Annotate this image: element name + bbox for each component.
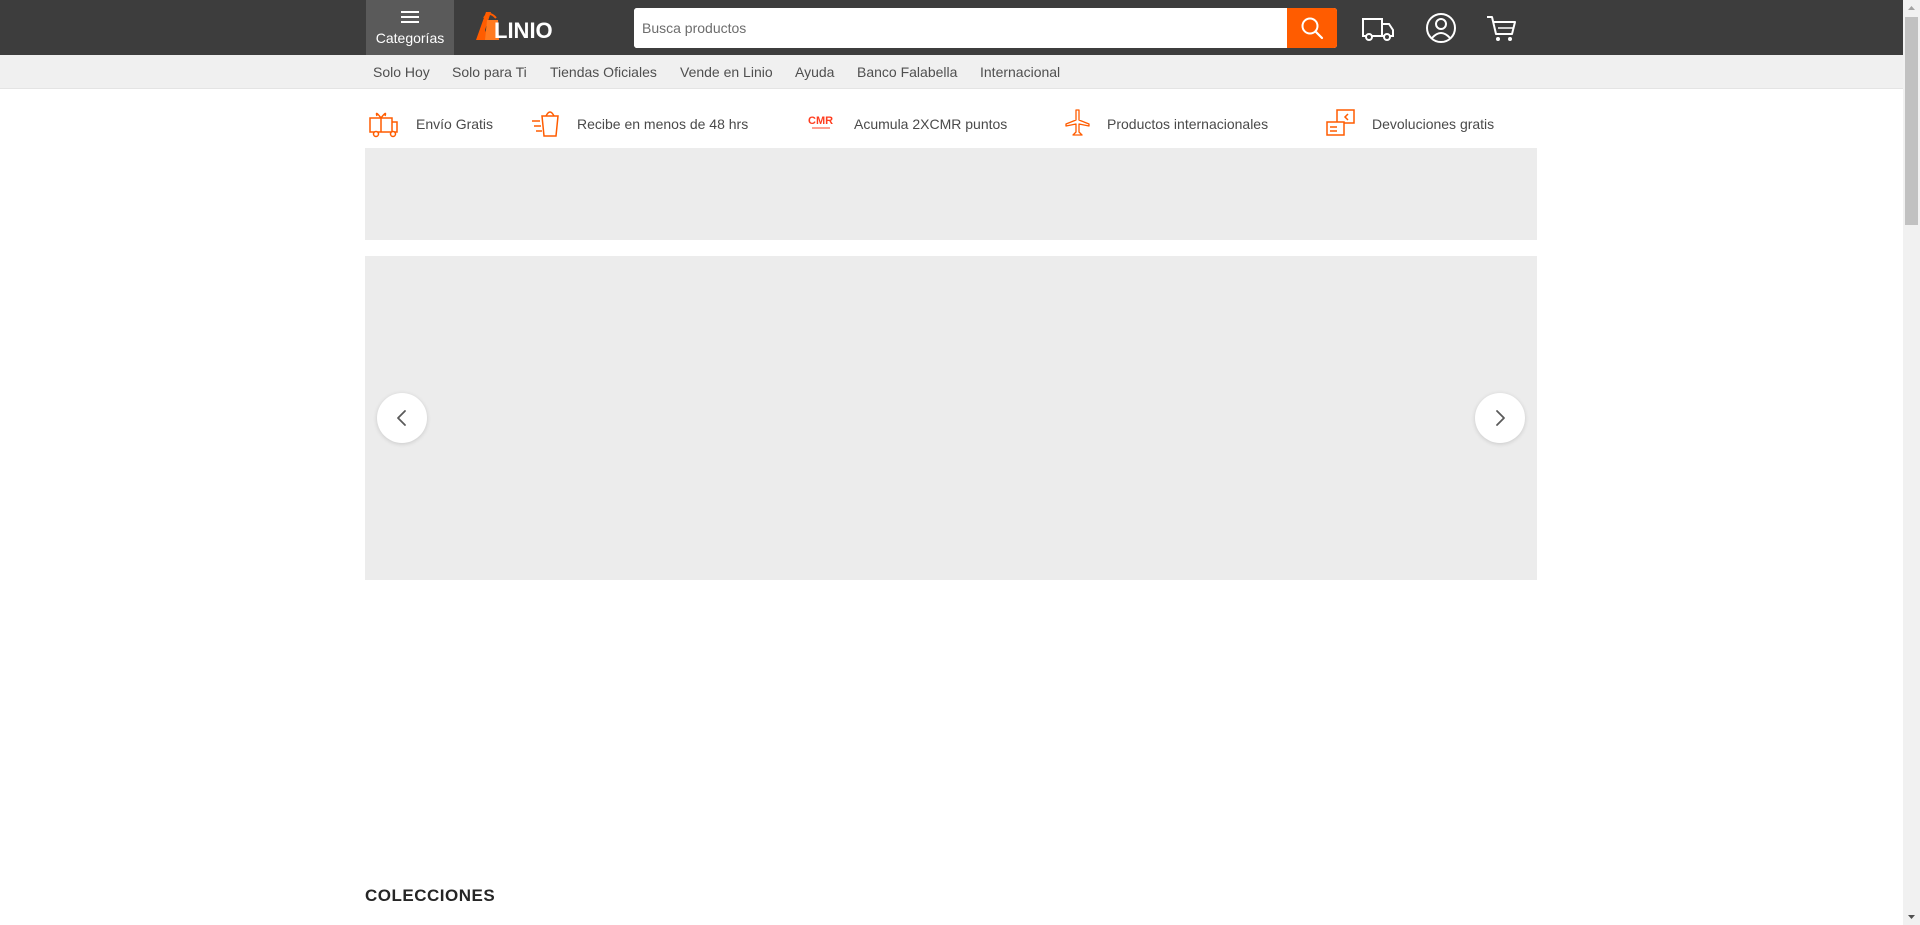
benefit-label: Acumula 2XCMR puntos [854, 116, 1008, 132]
search-icon [1301, 17, 1324, 40]
chevron-right-icon [1496, 410, 1505, 426]
benefit-cmr-points[interactable]: CMR Acumula 2XCMR puntos [806, 108, 1026, 138]
benefit-label: Recibe en menos de 48 hrs [577, 116, 749, 132]
nav-internacional[interactable]: Internacional [980, 64, 1060, 80]
search-bar [634, 8, 1337, 48]
airplane-icon [1065, 109, 1090, 136]
scroll-up-icon[interactable] [1903, 0, 1920, 17]
collections-heading: COLECCIONES [365, 886, 496, 905]
promo-banner-placeholder[interactable] [365, 148, 1537, 240]
search-input[interactable] [634, 8, 1286, 48]
gift-truck-icon [369, 112, 398, 138]
nav-tiendas-oficiales[interactable]: Tiendas Oficiales [550, 64, 657, 80]
scroll-thumb[interactable] [1905, 17, 1918, 225]
benefit-fast-delivery[interactable]: Recibe en menos de 48 hrs [530, 108, 760, 138]
benefit-free-shipping[interactable]: Envío Gratis [368, 108, 508, 138]
hero-carousel [365, 256, 1537, 580]
benefit-label: Envío Gratis [416, 116, 494, 132]
nav-solo-para-ti[interactable]: Solo para Ti [452, 64, 527, 80]
carousel-prev-button[interactable] [377, 393, 427, 443]
top-header: Categorías LINIO [0, 0, 1903, 55]
user-icon[interactable] [1424, 12, 1458, 44]
return-box-icon [1326, 109, 1355, 136]
svg-text:CMR: CMR [808, 115, 833, 127]
benefit-label: Productos internacionales [1107, 116, 1269, 132]
nav-solo-hoy[interactable]: Solo Hoy [373, 64, 430, 80]
fast-bag-icon [532, 111, 559, 137]
cmr-logo-icon: CMR [808, 115, 833, 129]
cart-icon[interactable] [1485, 12, 1519, 44]
benefit-free-returns[interactable]: Devoluciones gratis [1325, 108, 1525, 138]
linio-logo[interactable]: LINIO [472, 8, 567, 46]
benefit-international[interactable]: Productos internacionales [1062, 108, 1282, 138]
page-scrollbar[interactable] [1903, 0, 1920, 925]
nav-banco-falabella[interactable]: Banco Falabella [857, 64, 957, 80]
menu-icon [401, 11, 419, 26]
chevron-left-icon [397, 410, 406, 426]
categories-label: Categorías [375, 30, 445, 46]
scroll-down-icon[interactable] [1903, 908, 1920, 925]
logo-text: LINIO [494, 18, 553, 43]
carousel-next-button[interactable] [1475, 393, 1525, 443]
categories-button[interactable]: Categorías [366, 0, 454, 55]
benefit-label: Devoluciones gratis [1372, 116, 1495, 132]
nav-ayuda[interactable]: Ayuda [795, 64, 834, 80]
nav-vende-en-linio[interactable]: Vende en Linio [680, 64, 773, 80]
secondary-nav: Solo Hoy Solo para Ti Tiendas Oficiales … [0, 55, 1903, 89]
search-button[interactable] [1287, 8, 1337, 48]
truck-icon[interactable] [1361, 12, 1395, 44]
